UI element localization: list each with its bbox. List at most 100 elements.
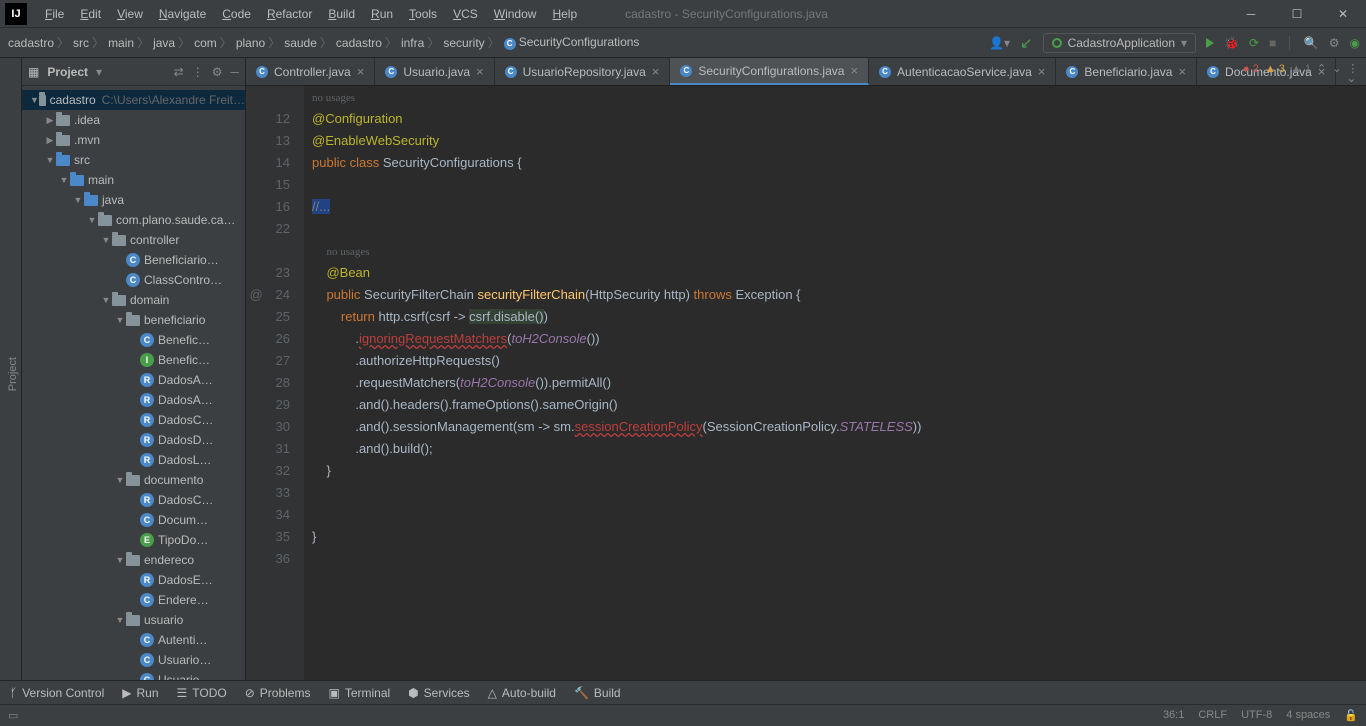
file-encoding[interactable]: UTF-8 [1241,709,1272,722]
menu-vcs[interactable]: VCS [445,7,486,21]
tree-item[interactable]: RDadosA… [22,370,245,390]
readonly-lock-icon[interactable]: 🔓 [1344,709,1358,722]
breadcrumb-item[interactable]: src [71,34,106,51]
tree-item[interactable]: RDadosC… [22,410,245,430]
close-tab-icon[interactable]: × [1038,64,1046,79]
menu-tools[interactable]: Tools [401,7,445,21]
select-opened-icon[interactable]: ⇄ [174,65,184,79]
status-tool-icon[interactable]: ▭ [8,709,18,722]
menu-view[interactable]: View [109,7,151,21]
tool-terminal[interactable]: ▣Terminal [328,686,390,700]
tree-item[interactable]: RDadosA… [22,390,245,410]
line-separator[interactable]: CRLF [1198,709,1227,722]
menu-edit[interactable]: Edit [72,7,109,21]
close-tab-icon[interactable]: × [1178,64,1186,79]
breadcrumb-item[interactable]: CSecurityConfigurations [502,35,645,50]
breadcrumb-item[interactable]: com [192,34,234,51]
tree-item[interactable]: RDadosD… [22,430,245,450]
project-pane-title[interactable]: Project [47,65,88,79]
debug-button[interactable]: 🐞 [1224,36,1239,50]
menu-run[interactable]: Run [363,7,401,21]
tool-services[interactable]: ⬢Services [408,686,470,700]
breadcrumb-item[interactable]: infra [399,34,441,51]
inspection-widget[interactable]: ● 2 ▲ 3 ▲ 1 ⌃ ⌄ ⋮ [1243,62,1358,75]
breadcrumb-item[interactable]: main [106,34,151,51]
indent-settings[interactable]: 4 spaces [1286,709,1330,722]
tree-item[interactable]: ▼src [22,150,245,170]
editor-tab[interactable]: CUsuarioRepository.java× [495,58,671,85]
editor-tab[interactable]: CBeneficiario.java× [1056,58,1197,85]
project-tool-tab[interactable]: Project [5,351,21,397]
tree-item[interactable]: ▶.idea [22,110,245,130]
close-button[interactable]: ✕ [1320,0,1366,28]
breadcrumb-item[interactable]: plano [234,34,282,51]
stop-button[interactable]: ■ [1269,36,1276,50]
close-tab-icon[interactable]: × [850,63,858,78]
tool-run[interactable]: ▶Run [122,686,158,700]
tree-item[interactable]: CUsuario… [22,650,245,670]
settings-gear-icon[interactable]: ⚙ [212,65,223,79]
settings-icon[interactable]: ⚙ [1329,36,1340,50]
menu-build[interactable]: Build [320,7,363,21]
tree-item[interactable]: ▼com.plano.saude.ca… [22,210,245,230]
editor-gutter[interactable]: 121314151622 23@242526272829303132333435… [246,86,304,680]
menu-file[interactable]: File [37,7,72,21]
breadcrumb-item[interactable]: java [151,34,192,51]
caret-position[interactable]: 36:1 [1163,709,1184,722]
editor-tab[interactable]: CAutenticacaoService.java× [869,58,1056,85]
tree-item[interactable]: ▶.mvn [22,130,245,150]
menu-refactor[interactable]: Refactor [259,7,320,21]
code-editor[interactable]: 121314151622 23@242526272829303132333435… [246,86,1366,680]
tree-item[interactable]: ▼endereco [22,550,245,570]
project-tree[interactable]: ▼cadastroC:\Users\Alexandre Freit…▶.idea… [22,86,245,680]
minimize-button[interactable]: ─ [1228,0,1274,28]
hide-pane-icon[interactable]: ─ [230,65,239,79]
tree-item[interactable]: ETipoDo… [22,530,245,550]
tree-item[interactable]: RDadosL… [22,450,245,470]
tree-item[interactable]: ▼domain [22,290,245,310]
menu-help[interactable]: Help [544,7,585,21]
run-coverage-button[interactable]: ⟳ [1249,36,1259,50]
tree-item[interactable]: CClassContro… [22,270,245,290]
maximize-button[interactable]: ☐ [1274,0,1320,28]
menu-navigate[interactable]: Navigate [151,7,214,21]
close-tab-icon[interactable]: × [357,64,365,79]
tree-item[interactable]: CEndere… [22,590,245,610]
ide-update-icon[interactable]: ◉ [1350,36,1360,50]
expand-all-icon[interactable]: ⋮ [192,65,204,79]
editor-tab[interactable]: CUsuario.java× [375,58,494,85]
breadcrumb-item[interactable]: saude [282,34,334,51]
tree-item[interactable]: ▼controller [22,230,245,250]
tree-item[interactable]: IBenefic… [22,350,245,370]
menu-window[interactable]: Window [486,7,545,21]
editor-tab[interactable]: CSecurityConfigurations.java× [670,58,869,85]
tree-item[interactable]: CDocum… [22,510,245,530]
tree-item[interactable]: RDadosC… [22,490,245,510]
vcs-user-icon[interactable]: 👤▾ [989,36,1010,50]
tool-version-control[interactable]: ᚶVersion Control [10,686,104,700]
tool-auto-build[interactable]: △Auto-build [488,686,556,700]
vcs-update-icon[interactable]: ↙ [1020,34,1033,52]
breadcrumb-item[interactable]: cadastro [334,34,399,51]
tree-item[interactable]: ▼beneficiario [22,310,245,330]
tree-item[interactable]: ▼main [22,170,245,190]
tool-problems[interactable]: ⊘Problems [245,686,311,700]
breadcrumb-item[interactable]: security [441,34,501,51]
tree-item[interactable]: ▼documento [22,470,245,490]
close-tab-icon[interactable]: × [476,64,484,79]
tree-item[interactable]: CBeneficiario… [22,250,245,270]
run-button[interactable] [1206,38,1214,48]
close-tab-icon[interactable]: × [652,64,660,79]
tree-item[interactable]: CBenefic… [22,330,245,350]
tool-build[interactable]: 🔨Build [574,686,621,700]
tree-item[interactable]: ▼usuario [22,610,245,630]
tree-item[interactable]: CAutenti… [22,630,245,650]
tool-todo[interactable]: ☰TODO [177,686,227,700]
tree-item[interactable]: ▼java [22,190,245,210]
tree-item[interactable]: RDadosE… [22,570,245,590]
breadcrumb-item[interactable]: cadastro [6,34,71,51]
editor-tab[interactable]: CController.java× [246,58,375,85]
menu-code[interactable]: Code [214,7,259,21]
run-configuration-selector[interactable]: CadastroApplication ▾ [1043,33,1196,53]
search-icon[interactable]: 🔍 [1304,36,1319,50]
